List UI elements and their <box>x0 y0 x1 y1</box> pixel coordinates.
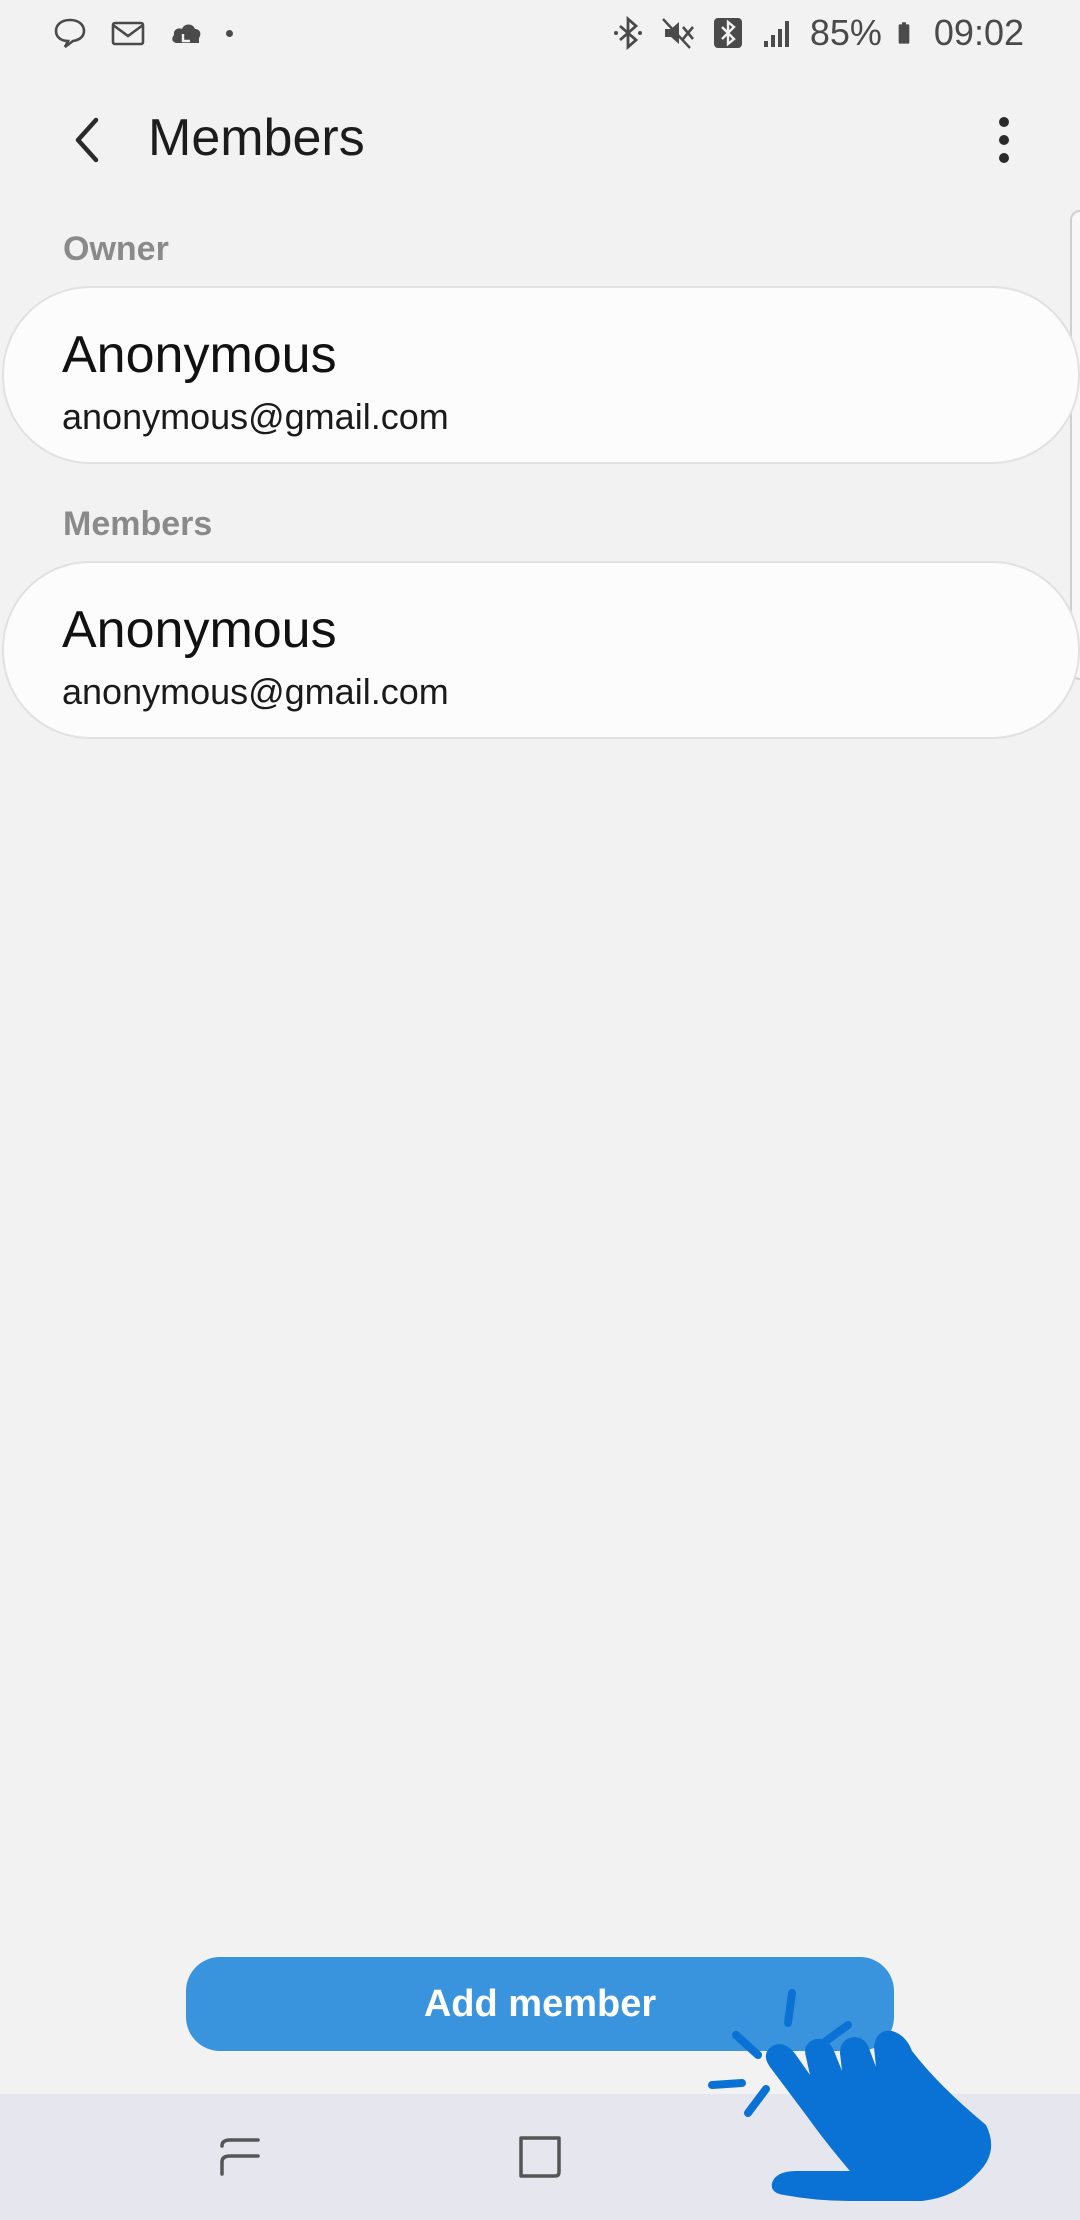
back-button[interactable] <box>52 104 124 176</box>
tap-hand-icon <box>708 1989 992 2201</box>
mail-icon <box>111 21 145 46</box>
member-name: Anonymous <box>62 601 337 659</box>
status-bar: 85% 09:02 <box>0 0 1080 66</box>
home-button[interactable] <box>504 2124 576 2190</box>
mute-icon <box>661 18 694 49</box>
page-title: Members <box>148 109 365 167</box>
notification-dot-icon <box>226 29 233 37</box>
bluetooth-icon <box>613 15 642 51</box>
owner-card[interactable]: Anonymous anonymous@gmail.com <box>2 286 1080 464</box>
status-left-icons <box>52 15 255 51</box>
member-email: anonymous@gmail.com <box>62 671 449 712</box>
battery-percent: 85% <box>809 12 882 53</box>
recents-icon <box>220 2138 260 2176</box>
clock: 09:02 <box>933 12 1024 53</box>
app-bar: Members <box>0 90 1080 190</box>
chevron-left-icon <box>75 117 99 163</box>
owner-name: Anonymous <box>62 326 337 384</box>
members-section-label: Members <box>63 505 213 543</box>
owner-section-label: Owner <box>63 230 169 268</box>
more-options-button[interactable] <box>968 104 1040 176</box>
recents-button[interactable] <box>204 2124 276 2190</box>
bluetooth-box-icon <box>713 18 742 48</box>
more-vertical-icon <box>999 117 1009 163</box>
chat-bubble-icon <box>54 18 86 49</box>
status-right-icons: 85% 09:02 <box>596 12 1024 54</box>
member-card[interactable]: Anonymous anonymous@gmail.com <box>2 561 1080 739</box>
home-icon <box>519 2136 561 2178</box>
signal-icon <box>763 21 789 47</box>
cloud-icon <box>172 24 201 43</box>
owner-email: anonymous@gmail.com <box>62 396 449 437</box>
members-screen: 85% 09:02 Members Owner Anonymous anonym… <box>0 0 1080 2220</box>
battery-icon <box>898 22 910 44</box>
